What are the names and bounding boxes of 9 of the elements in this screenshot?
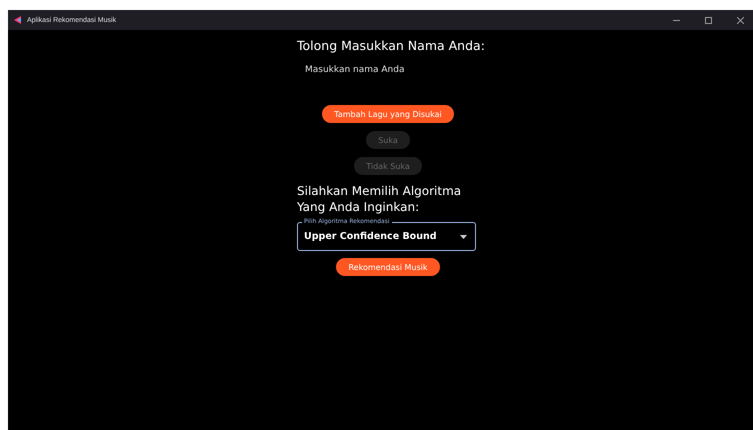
maximize-icon[interactable] (704, 16, 712, 24)
name-input-field[interactable]: Masukkan nama Anda (303, 63, 457, 77)
app-logo-icon (14, 16, 21, 24)
recommend-button[interactable]: Rekomendasi Musik (336, 258, 440, 276)
close-icon[interactable] (736, 16, 744, 24)
name-prompt: Tolong Masukkan Nama Anda: (297, 38, 485, 53)
algorithm-prompt: Silahkan Memilih Algoritma Yang Anda Inginkan: (297, 183, 462, 215)
add-song-button[interactable]: Tambah Lagu yang Disukai (322, 105, 454, 123)
dropdown-caret-icon (460, 234, 467, 238)
